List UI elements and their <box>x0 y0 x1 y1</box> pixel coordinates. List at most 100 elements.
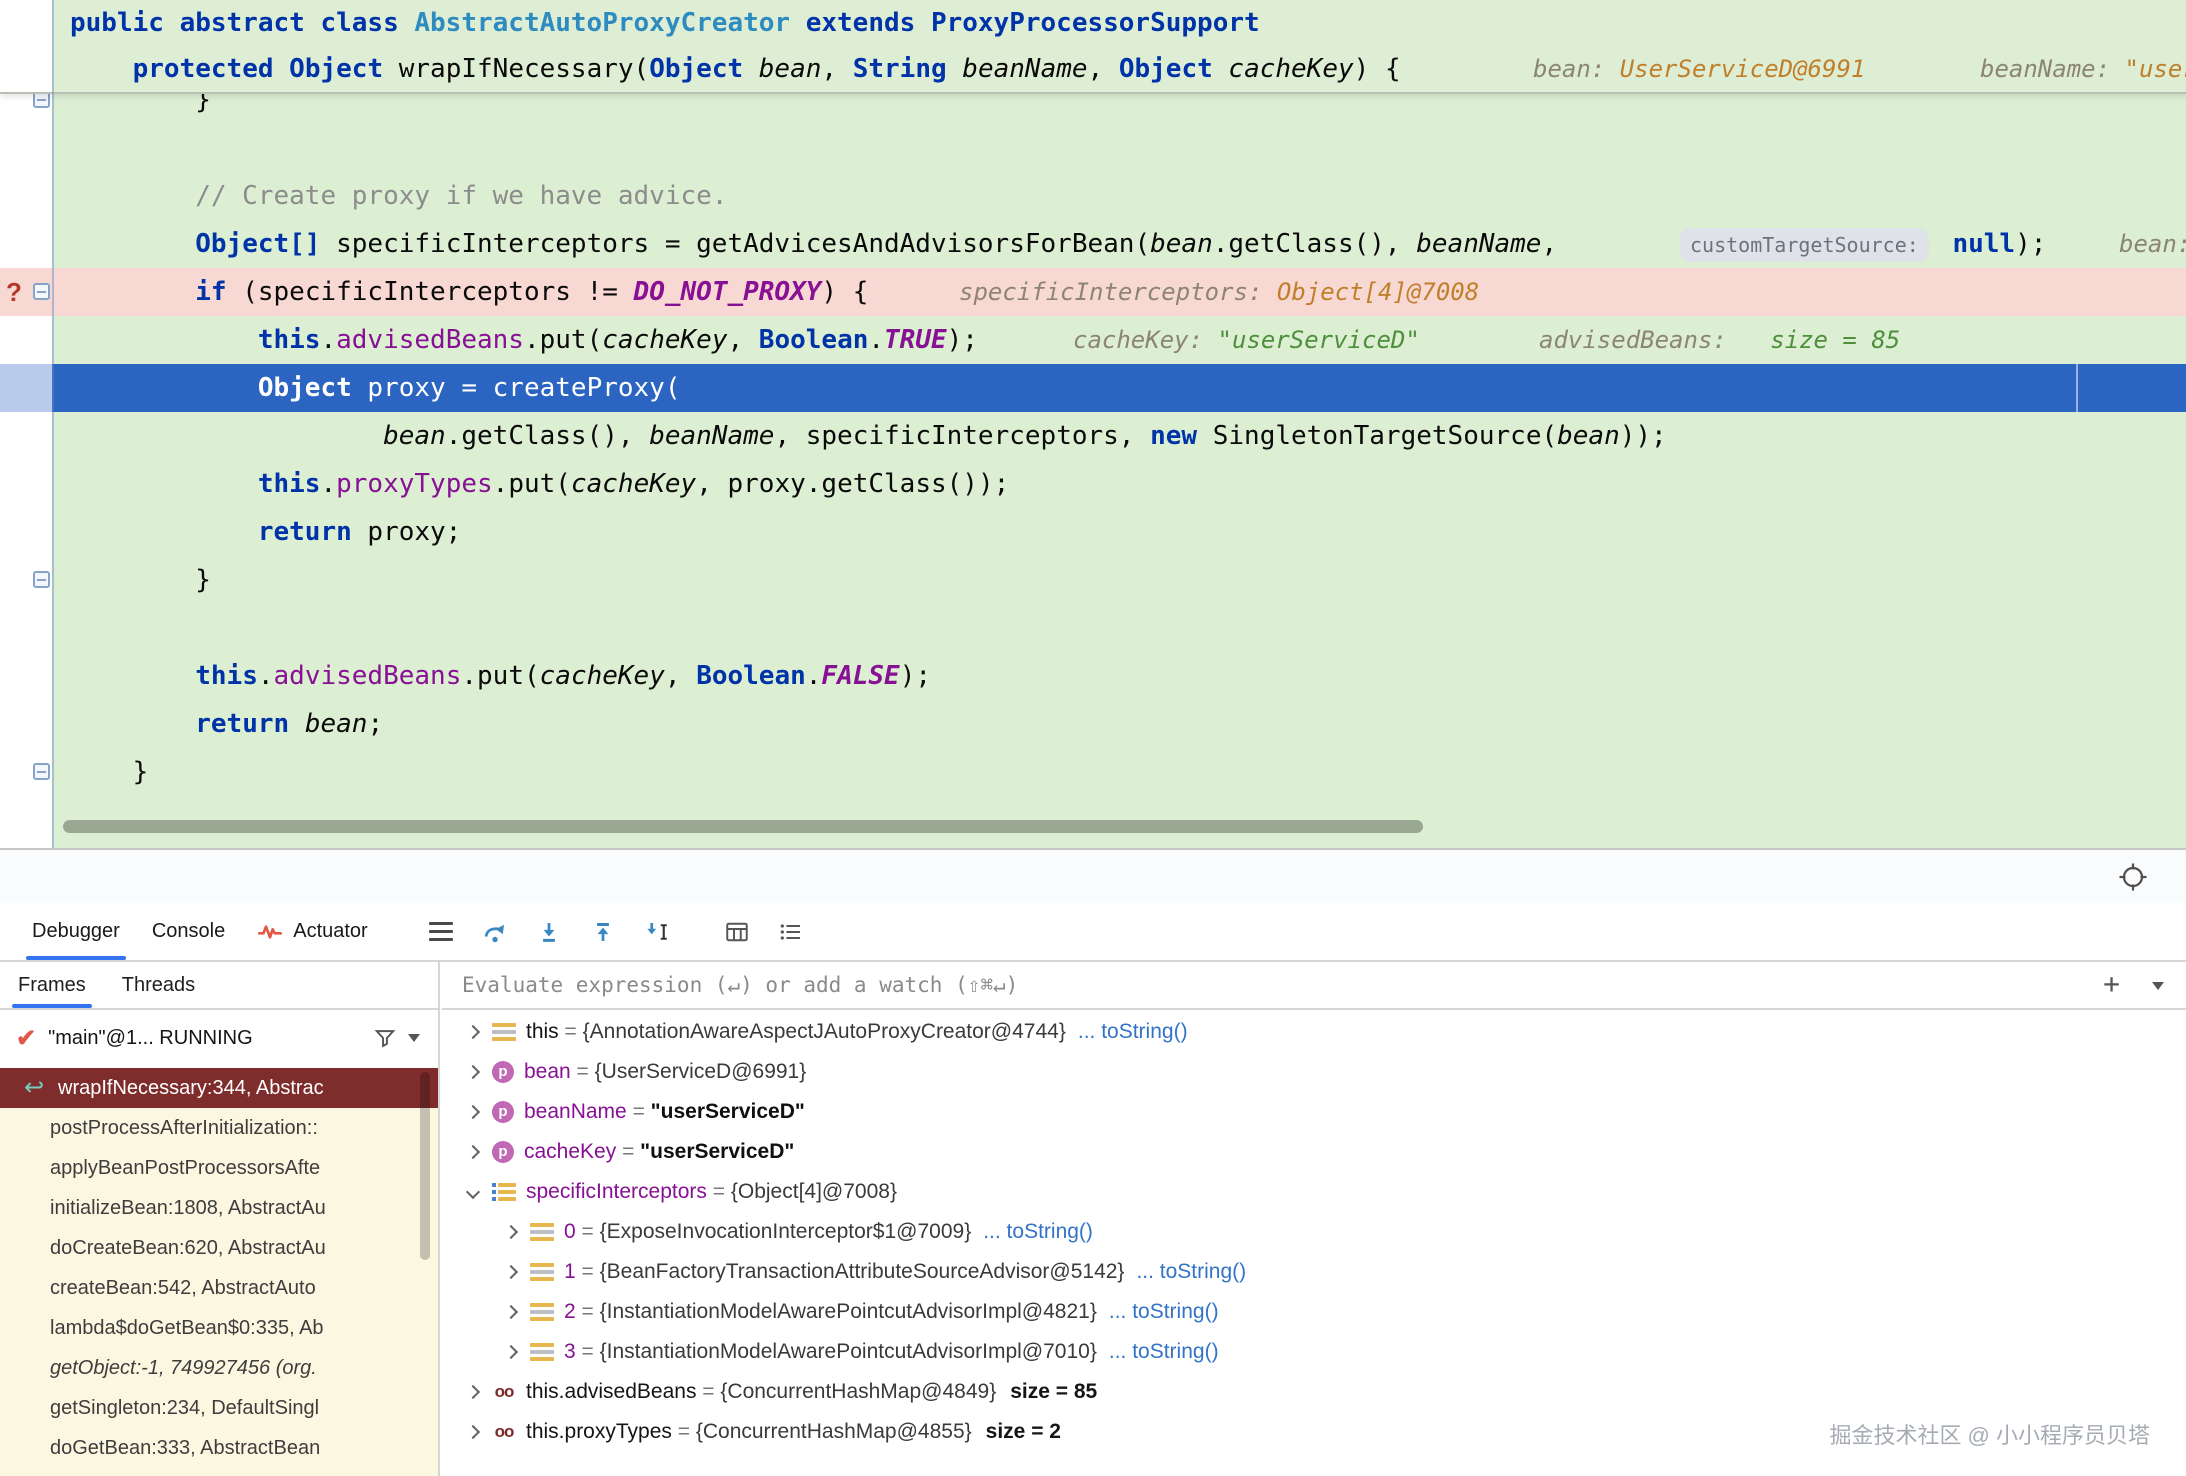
variable-row[interactable]: specificInterceptors = {Object[4]@7008} <box>442 1172 2186 1212</box>
code-editor[interactable]: } // Create proxy if we have advice. Obj… <box>0 0 2186 848</box>
tostring-link[interactable]: ... toString() <box>1109 1300 1219 1324</box>
chevron-right-icon[interactable] <box>466 1385 480 1399</box>
code-line[interactable] <box>0 124 2186 172</box>
frames-panel: Frames Threads ✔ "main"@1... RUNNING ↩wr… <box>0 962 440 1476</box>
tab-actuator[interactable]: Actuator <box>241 903 383 960</box>
code-line[interactable]: return proxy; <box>0 508 2186 556</box>
stack-frame-label: doGetBean:333, AbstractBean <box>50 1437 320 1459</box>
layout-settings-icon[interactable] <box>778 919 804 945</box>
stack-frame-row[interactable]: createBean:542, AbstractAuto <box>0 1268 438 1308</box>
code-line[interactable]: protected Object wrapIfNecessary(Object … <box>0 46 2186 92</box>
chevron-right-icon[interactable] <box>504 1265 518 1279</box>
tab-threads[interactable]: Threads <box>104 962 213 1008</box>
variable-row[interactable]: 0 = {ExposeInvocationInterceptor$1@7009}… <box>442 1212 2186 1252</box>
parameter-icon: p <box>492 1101 514 1123</box>
frames-tabs: Frames Threads <box>0 962 438 1010</box>
code-line[interactable]: } <box>0 556 2186 604</box>
code-line[interactable]: // Create proxy if we have advice. <box>0 172 2186 220</box>
menu-icon[interactable] <box>428 919 454 945</box>
tostring-link[interactable]: ... toString() <box>1109 1340 1219 1364</box>
evaluate-expression-input[interactable]: Evaluate expression (↵) or add a watch (… <box>442 962 2186 1010</box>
code-line[interactable]: Object[] specificInterceptors = getAdvic… <box>0 220 2186 268</box>
target-icon[interactable] <box>2118 862 2148 892</box>
chevron-right-icon[interactable] <box>466 1145 480 1159</box>
chevron-right-icon[interactable] <box>466 1025 480 1039</box>
object-icon <box>492 1020 516 1044</box>
breakpoint-question-icon[interactable]: ? <box>6 268 22 316</box>
stack-frame-row[interactable]: lambda$doGetBean$0:335, Ab <box>0 1308 438 1348</box>
chevron-down-icon[interactable] <box>408 1034 420 1042</box>
tostring-link[interactable]: ... toString() <box>1136 1260 1246 1284</box>
variable-row[interactable]: 2 = {InstantiationModelAwarePointcutAdvi… <box>442 1292 2186 1332</box>
fold-marker-icon[interactable] <box>33 571 50 588</box>
code-line[interactable]: this.proxyTypes.put(cacheKey, proxy.getC… <box>0 460 2186 508</box>
view-grid-icon[interactable] <box>724 919 750 945</box>
inline-debug-hint: beanName: "userServiceD" <box>1980 46 2186 92</box>
tostring-link[interactable]: ... toString() <box>1078 1020 1188 1044</box>
variable-row[interactable]: oothis.advisedBeans = {ConcurrentHashMap… <box>442 1372 2186 1412</box>
stack-frame-row[interactable]: ↩wrapIfNecessary:344, Abstrac <box>0 1068 438 1108</box>
stack-frame-row[interactable]: applyBeanPostProcessorsAfte <box>0 1148 438 1188</box>
stack-frame-row[interactable]: getObject:-1, 749927456 (org. <box>0 1348 438 1388</box>
tab-frames-label: Frames <box>18 974 86 997</box>
variable-row[interactable]: pbeanName = "userServiceD" <box>442 1092 2186 1132</box>
inline-debug-hint: advisedBeans: size = 85 <box>1539 316 1900 364</box>
collection-size: size = 85 <box>1010 1380 1097 1404</box>
variable-row[interactable]: this = {AnnotationAwareAspectJAutoProxyC… <box>442 1012 2186 1052</box>
chevron-down-icon[interactable] <box>466 1185 480 1199</box>
tostring-link[interactable]: ... toString() <box>983 1220 1093 1244</box>
code-line[interactable]: this.advisedBeans.put(cacheKey, Boolean.… <box>0 316 2186 364</box>
frames-scrollbar[interactable] <box>420 1072 430 1260</box>
fold-marker-icon[interactable] <box>33 283 50 300</box>
code-line[interactable]: return bean; <box>0 700 2186 748</box>
chevron-right-icon[interactable] <box>504 1225 518 1239</box>
inline-debug-hint: specificInterceptors: Object[4]@7008 <box>959 268 1479 316</box>
tab-frames[interactable]: Frames <box>0 962 104 1008</box>
code-line[interactable] <box>0 604 2186 652</box>
variable-row[interactable]: 1 = {BeanFactoryTransactionAttributeSour… <box>442 1252 2186 1292</box>
stack-frame-label: getSingleton:234, DefaultSingl <box>50 1397 319 1419</box>
horizontal-scrollbar[interactable] <box>63 820 1423 833</box>
code-line[interactable]: Object proxy = createProxy( <box>0 364 2186 412</box>
chevron-right-icon[interactable] <box>466 1105 480 1119</box>
variable-row[interactable]: pcacheKey = "userServiceD" <box>442 1132 2186 1172</box>
variable-name: specificInterceptors <box>526 1180 707 1204</box>
code-line[interactable]: } <box>0 748 2186 796</box>
parameter-hint-pill: customTargetSource: <box>1680 228 1929 262</box>
stack-frame-row[interactable]: doCreateBean:620, AbstractAu <box>0 1228 438 1268</box>
variables-list[interactable]: this = {AnnotationAwareAspectJAutoProxyC… <box>442 1012 2186 1476</box>
code-line[interactable]: public abstract class AbstractAutoProxyC… <box>0 0 2186 46</box>
chevron-right-icon[interactable] <box>504 1345 518 1359</box>
run-to-cursor-icon[interactable] <box>644 919 670 945</box>
code-line[interactable]: this.advisedBeans.put(cacheKey, Boolean.… <box>0 652 2186 700</box>
chevron-right-icon[interactable] <box>466 1065 480 1079</box>
stack-frame-row[interactable]: initializeBean:1808, AbstractAu <box>0 1188 438 1228</box>
variable-value: {BeanFactoryTransactionAttributeSourceAd… <box>600 1260 1125 1284</box>
collection-size: size = 2 <box>986 1420 1061 1444</box>
thread-row[interactable]: ✔ "main"@1... RUNNING <box>0 1010 438 1066</box>
inline-debug-hint: bean: UserServiceD@6991 <box>1533 46 1865 92</box>
step-into-icon[interactable] <box>536 919 562 945</box>
stack-frame-row[interactable]: postProcessAfterInitialization:: <box>0 1108 438 1148</box>
variable-row[interactable]: pbean = {UserServiceD@6991} <box>442 1052 2186 1092</box>
variable-row[interactable]: 3 = {InstantiationModelAwarePointcutAdvi… <box>442 1332 2186 1372</box>
tab-actuator-label: Actuator <box>293 920 367 943</box>
chevron-right-icon[interactable] <box>504 1305 518 1319</box>
filter-icon[interactable] <box>374 1027 396 1049</box>
fold-marker-icon[interactable] <box>33 763 50 780</box>
add-watch-icon[interactable]: + <box>2103 970 2120 998</box>
chevron-right-icon[interactable] <box>466 1425 480 1439</box>
stack-frame-row[interactable]: getSingleton:234, DefaultSingl <box>0 1388 438 1428</box>
array-icon <box>492 1180 516 1204</box>
variable-name: cacheKey <box>524 1140 616 1164</box>
stack-frame-row[interactable]: doGetBean:333, AbstractBean <box>0 1428 438 1468</box>
code-line[interactable]: bean.getClass(), beanName, specificInter… <box>0 412 2186 460</box>
step-out-icon[interactable] <box>590 919 616 945</box>
frames-list[interactable]: ↩wrapIfNecessary:344, AbstracpostProcess… <box>0 1068 438 1476</box>
expand-watches-icon[interactable] <box>2152 982 2164 990</box>
variable-name: 3 <box>564 1340 576 1364</box>
code-line[interactable]: if (specificInterceptors != DO_NOT_PROXY… <box>0 268 2186 316</box>
tab-console[interactable]: Console <box>136 903 241 960</box>
tab-debugger[interactable]: Debugger <box>16 903 136 960</box>
step-over-icon[interactable] <box>482 919 508 945</box>
